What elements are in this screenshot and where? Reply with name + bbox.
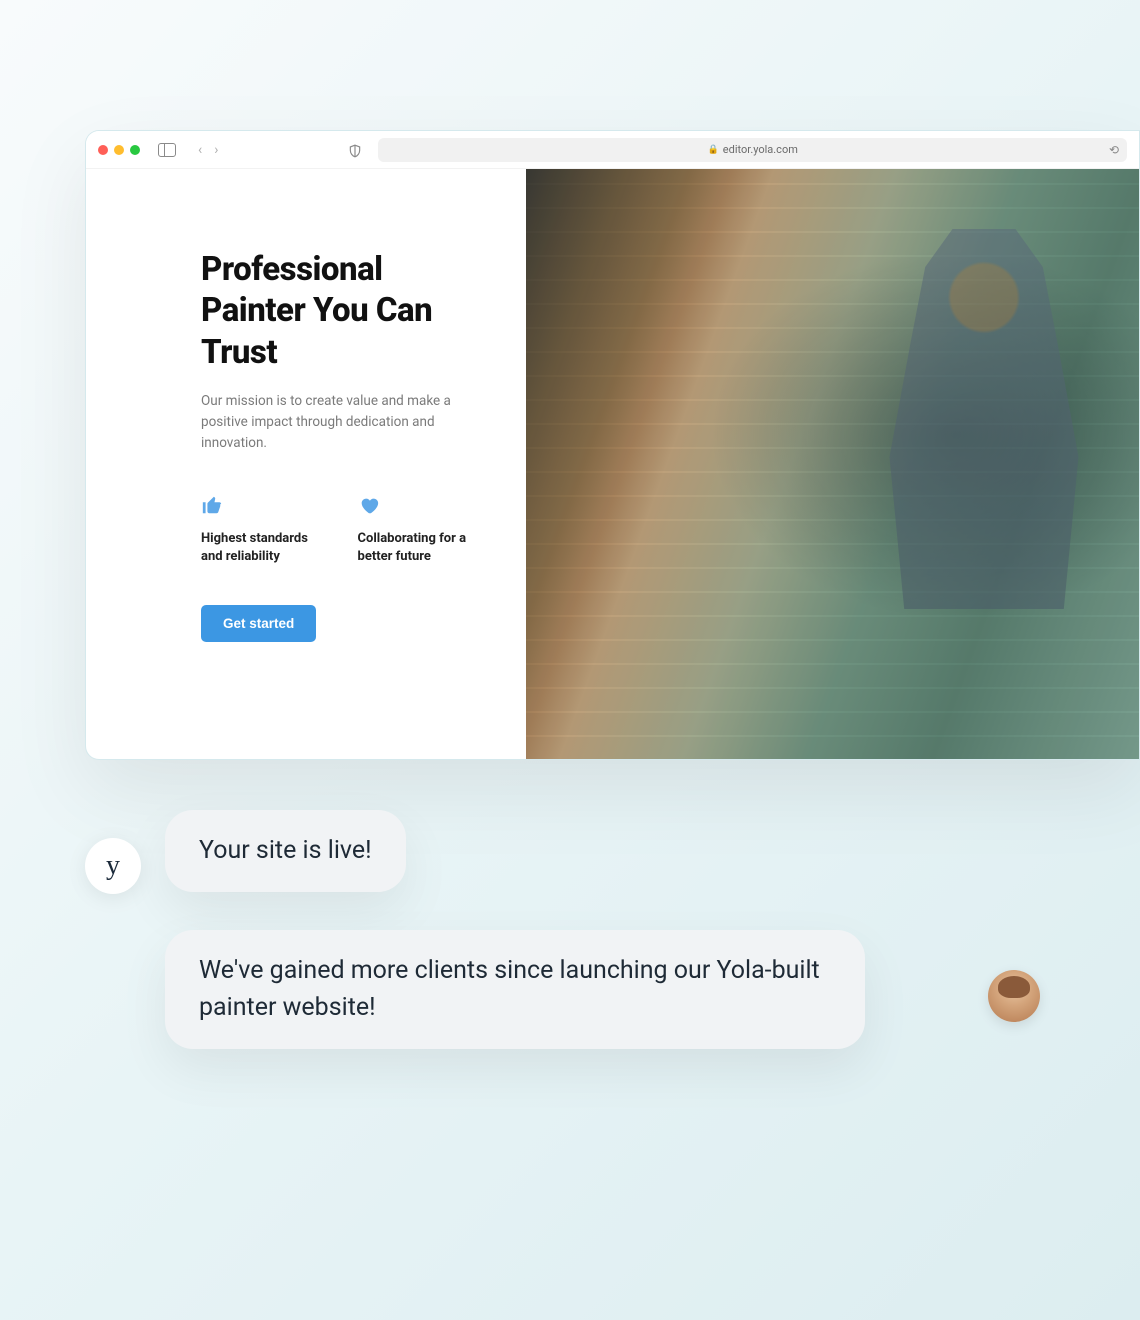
chat-bubble-user: We've gained more clients since launchin… bbox=[165, 930, 865, 1049]
feature-row: Highest standards and reliability Collab… bbox=[201, 494, 486, 568]
privacy-shield-icon[interactable] bbox=[348, 143, 362, 157]
painter-figure bbox=[879, 229, 1089, 609]
close-window-button[interactable] bbox=[98, 145, 108, 155]
hero-subtitle: Our mission is to create value and make … bbox=[201, 391, 461, 454]
zoom-window-button[interactable] bbox=[130, 145, 140, 155]
feature-label: Highest standards and reliability bbox=[201, 530, 330, 568]
chat-area: y Your site is live! We've gained more c… bbox=[85, 810, 1080, 1049]
lock-icon: 🔒 bbox=[708, 145, 719, 155]
sidebar-toggle-icon[interactable] bbox=[158, 143, 176, 157]
hero-title: Professional Painter You Can Trust bbox=[201, 249, 486, 373]
minimize-window-button[interactable] bbox=[114, 145, 124, 155]
window-controls bbox=[98, 145, 140, 155]
feature-label: Collaborating for a better future bbox=[358, 530, 487, 568]
refresh-icon[interactable]: ⟲ bbox=[1109, 143, 1119, 157]
heart-icon bbox=[358, 494, 487, 516]
get-started-button[interactable]: Get started bbox=[201, 605, 316, 642]
address-bar[interactable]: 🔒 editor.yola.com ⟲ bbox=[378, 138, 1127, 162]
yola-avatar: y bbox=[85, 838, 141, 894]
thumbs-up-icon bbox=[201, 494, 330, 516]
nav-back-button[interactable]: ‹ bbox=[196, 142, 204, 158]
hero-text-column: Professional Painter You Can Trust Our m… bbox=[86, 169, 526, 759]
url-text: editor.yola.com bbox=[723, 143, 798, 156]
nav-forward-button[interactable]: › bbox=[212, 142, 220, 158]
feature-item: Collaborating for a better future bbox=[358, 494, 487, 568]
user-avatar bbox=[988, 970, 1040, 1022]
browser-toolbar: ‹ › 🔒 editor.yola.com ⟲ bbox=[86, 131, 1139, 169]
hero-image bbox=[526, 169, 1139, 759]
feature-item: Highest standards and reliability bbox=[201, 494, 330, 568]
chat-bubble-system: Your site is live! bbox=[165, 810, 406, 892]
website-preview: Professional Painter You Can Trust Our m… bbox=[86, 169, 1139, 759]
browser-mockup: ‹ › 🔒 editor.yola.com ⟲ Professional Pai… bbox=[85, 130, 1140, 760]
